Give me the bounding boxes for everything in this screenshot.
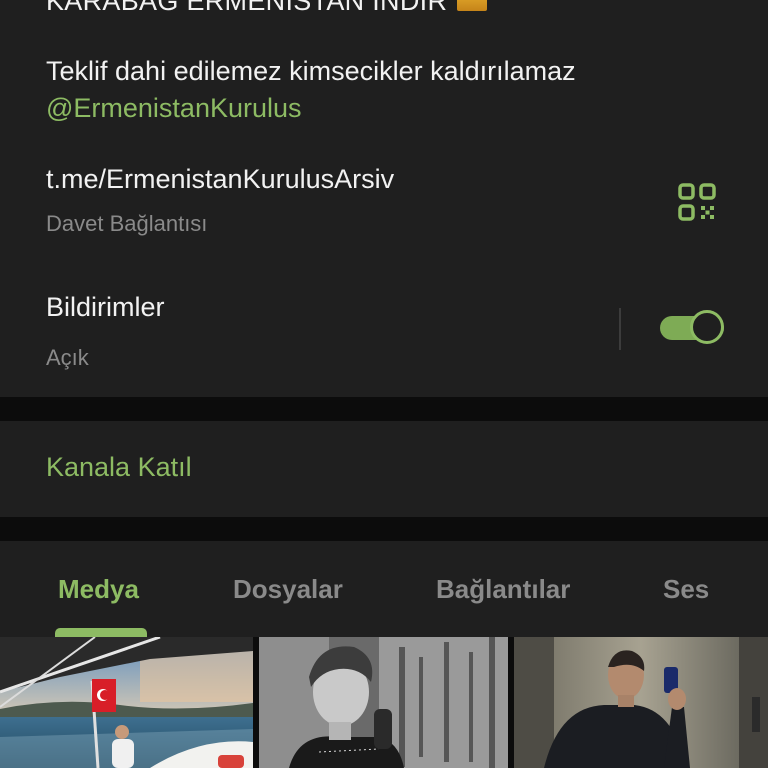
tab-media[interactable]: Medya [58,574,139,605]
description-top-text: KARABAĞ ERMENİSTAN İNDİR [46,0,448,16]
media-grid [0,637,768,768]
media-thumbnail-boat[interactable] [0,637,253,768]
media-thumbnail-portrait[interactable] [259,637,508,768]
toggle-knob [690,310,724,344]
notifications-toggle[interactable] [660,310,726,346]
qr-code-icon[interactable] [672,177,722,227]
tab-links[interactable]: Bağlantılar [436,574,570,605]
mention-link[interactable]: @ErmenistanKurulus [46,90,576,127]
divider [619,308,621,350]
description-text: Teklif dahi edilemez kimsecikler kaldırı… [46,56,576,86]
channel-description: Teklif dahi edilemez kimsecikler kaldırı… [46,53,576,127]
join-channel-button[interactable]: Kanala Katıl [46,452,192,483]
media-tabs-bar: Medya Dosyalar Bağlantılar Ses [0,541,768,637]
tab-files[interactable]: Dosyalar [233,574,343,605]
active-tab-indicator [55,628,147,637]
tab-audio[interactable]: Ses [663,574,709,605]
channel-info-card: KARABAĞ ERMENİSTAN İNDİR Teklif dahi edi… [0,0,768,397]
invite-link[interactable]: t.me/ErmenistanKurulusArsiv [46,164,394,195]
notifications-title: Bildirimler [46,292,165,322]
description-top-line: KARABAĞ ERMENİSTAN İNDİR [46,0,488,17]
flag-emoji-icon [457,0,488,11]
invite-link-label: Davet Bağlantısı [46,211,208,236]
notifications-status: Açık [46,345,89,370]
media-thumbnail-elevator-selfie[interactable] [514,637,768,768]
join-channel-card[interactable]: Kanala Katıl [0,421,768,517]
